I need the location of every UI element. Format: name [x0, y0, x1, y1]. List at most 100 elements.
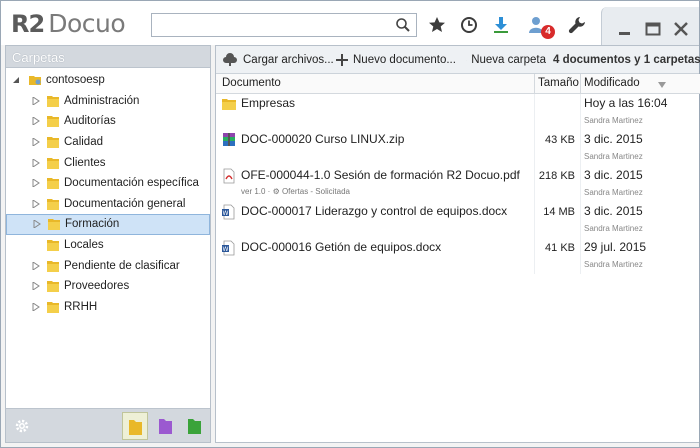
upload-files-label: Cargar archivos...	[243, 54, 334, 66]
minimize-icon[interactable]	[616, 21, 634, 37]
document-size: 41 KB	[545, 242, 575, 254]
column-divider[interactable]	[534, 74, 535, 94]
download-icon[interactable]	[491, 15, 511, 35]
folder-icon	[47, 116, 59, 128]
document-modified: 29 jul. 2015	[584, 240, 647, 254]
sidebar-footer	[6, 408, 210, 442]
cell-divider	[534, 94, 535, 130]
folder-purple-icon	[159, 419, 172, 434]
document-row[interactable]: OFE-000044-1.0 Sesión de formación R2 Do…	[216, 166, 700, 202]
document-name[interactable]: DOC-000020 Curso LINUX.zip	[241, 132, 404, 146]
sidebar-folder-label: Administración	[64, 94, 140, 107]
sidebar-folder-item[interactable]: Calidad	[6, 132, 210, 153]
document-name[interactable]: DOC-000016 Getión de equipos.docx	[241, 240, 441, 254]
document-row[interactable]: Empresas Hoy a las 16:04 Sandra Martinez	[216, 94, 700, 130]
search-input[interactable]	[156, 16, 390, 34]
settings-gear-icon[interactable]	[14, 418, 30, 434]
expand-icon[interactable]	[32, 261, 40, 270]
tree-root[interactable]: contosoesp	[6, 70, 210, 91]
sidebar-folder-item[interactable]: Locales	[6, 235, 210, 256]
sidebar-folder-item[interactable]: Pendiente de clasificar	[6, 255, 210, 276]
column-divider[interactable]	[580, 74, 581, 94]
cell-divider	[580, 238, 581, 274]
word-document-icon: W	[222, 240, 235, 256]
wrench-icon[interactable]	[567, 15, 587, 35]
zip-archive-icon	[223, 133, 235, 146]
expand-icon[interactable]	[32, 138, 40, 147]
folders-sidebar: Carpetas contosoesp Administración Audito…	[5, 45, 211, 443]
upload-files-button[interactable]: Cargar archivos...	[222, 52, 334, 68]
star-icon[interactable]	[427, 15, 447, 35]
app-logo: R2 Docuo	[11, 9, 126, 39]
folder-icon	[47, 198, 59, 210]
yellow-folders-button[interactable]	[122, 412, 148, 440]
documents-toolbar: Cargar archivos... Nuevo documento... Nu…	[216, 46, 700, 74]
sidebar-folder-label: Auditorías	[64, 115, 116, 128]
documents-summary: 4 documentos y 1 carpetas	[553, 54, 700, 66]
column-header-document[interactable]: Documento	[222, 77, 281, 89]
document-name[interactable]: DOC-000017 Liderazgo y control de equipo…	[241, 204, 507, 218]
document-modified-by: Sandra Martinez	[584, 260, 643, 269]
sidebar-title: Carpetas	[6, 46, 210, 68]
folder-icon	[47, 95, 59, 107]
documents-list: Empresas Hoy a las 16:04 Sandra Martinez DO…	[216, 94, 700, 274]
expand-icon[interactable]	[32, 282, 40, 291]
cell-divider	[534, 238, 535, 274]
word-document-icon: W	[222, 204, 235, 220]
cell-divider	[534, 130, 535, 166]
sidebar-folder-item[interactable]: Auditorías	[6, 111, 210, 132]
sidebar-folder-item[interactable]: Formación	[6, 214, 210, 235]
expand-icon[interactable]	[32, 302, 40, 311]
window-controls	[601, 7, 699, 45]
cell-divider	[580, 130, 581, 166]
documents-panel: Cargar archivos... Nuevo documento... Nu…	[215, 45, 700, 443]
expand-icon[interactable]	[32, 117, 40, 126]
sidebar-folder-label: Proveedores	[64, 280, 130, 293]
expand-icon[interactable]	[32, 96, 40, 105]
document-row[interactable]: W DOC-000017 Liderazgo y control de equip…	[216, 202, 700, 238]
sidebar-folder-item[interactable]: RRHH	[6, 297, 210, 318]
plus-icon	[336, 54, 348, 66]
sidebar-folder-label: Locales	[64, 239, 104, 252]
document-row[interactable]: DOC-000020 Curso LINUX.zip 43 KB 3 dic. 20…	[216, 130, 700, 166]
cell-divider	[580, 166, 581, 202]
sidebar-folder-item[interactable]: Documentación general	[6, 194, 210, 215]
sort-desc-icon[interactable]	[658, 82, 666, 88]
new-folder-label: Nueva carpeta	[471, 54, 546, 66]
document-name[interactable]: Empresas	[241, 96, 295, 110]
maximize-icon[interactable]	[644, 21, 662, 37]
sidebar-folder-item[interactable]: Proveedores	[6, 276, 210, 297]
collapse-icon[interactable]	[12, 76, 20, 84]
sidebar-folder-item[interactable]: Clientes	[6, 152, 210, 173]
folder-icon	[47, 240, 59, 252]
document-row[interactable]: W DOC-000016 Getión de equipos.docx 41 KB 2…	[216, 238, 700, 274]
close-icon[interactable]	[672, 21, 690, 37]
document-modified: Hoy a las 16:04	[584, 96, 668, 110]
new-folder-button[interactable]: Nueva carpeta	[466, 52, 546, 68]
document-modified: 3 dic. 2015	[584, 168, 643, 182]
document-name[interactable]: OFE-000044-1.0 Sesión de formación R2 Do…	[241, 168, 520, 182]
cell-divider	[580, 94, 581, 130]
folder-icon	[47, 301, 59, 313]
purple-folders-button[interactable]	[153, 412, 179, 440]
sidebar-folder-item[interactable]: Administración	[6, 91, 210, 112]
search-box[interactable]	[151, 13, 417, 37]
column-header-size[interactable]: Tamaño	[538, 77, 579, 89]
sidebar-folder-item[interactable]: Documentación específica	[6, 173, 210, 194]
expand-icon[interactable]	[33, 220, 41, 229]
search-icon[interactable]	[395, 17, 411, 33]
clock-icon[interactable]	[459, 15, 479, 35]
new-document-button[interactable]: Nuevo documento...	[336, 52, 456, 68]
sidebar-folder-label: Calidad	[64, 136, 103, 149]
expand-icon[interactable]	[32, 179, 40, 188]
document-size: 218 KB	[538, 170, 575, 182]
tree-root-label: contosoesp	[46, 74, 105, 87]
green-folders-button[interactable]	[182, 412, 208, 440]
svg-text:W: W	[223, 246, 229, 253]
notification-badge[interactable]: 4	[541, 25, 555, 39]
document-modified: 3 dic. 2015	[584, 204, 643, 218]
column-header-modified[interactable]: Modificado	[584, 77, 640, 89]
expand-icon[interactable]	[32, 158, 40, 167]
cloud-upload-icon	[223, 53, 237, 66]
expand-icon[interactable]	[32, 199, 40, 208]
